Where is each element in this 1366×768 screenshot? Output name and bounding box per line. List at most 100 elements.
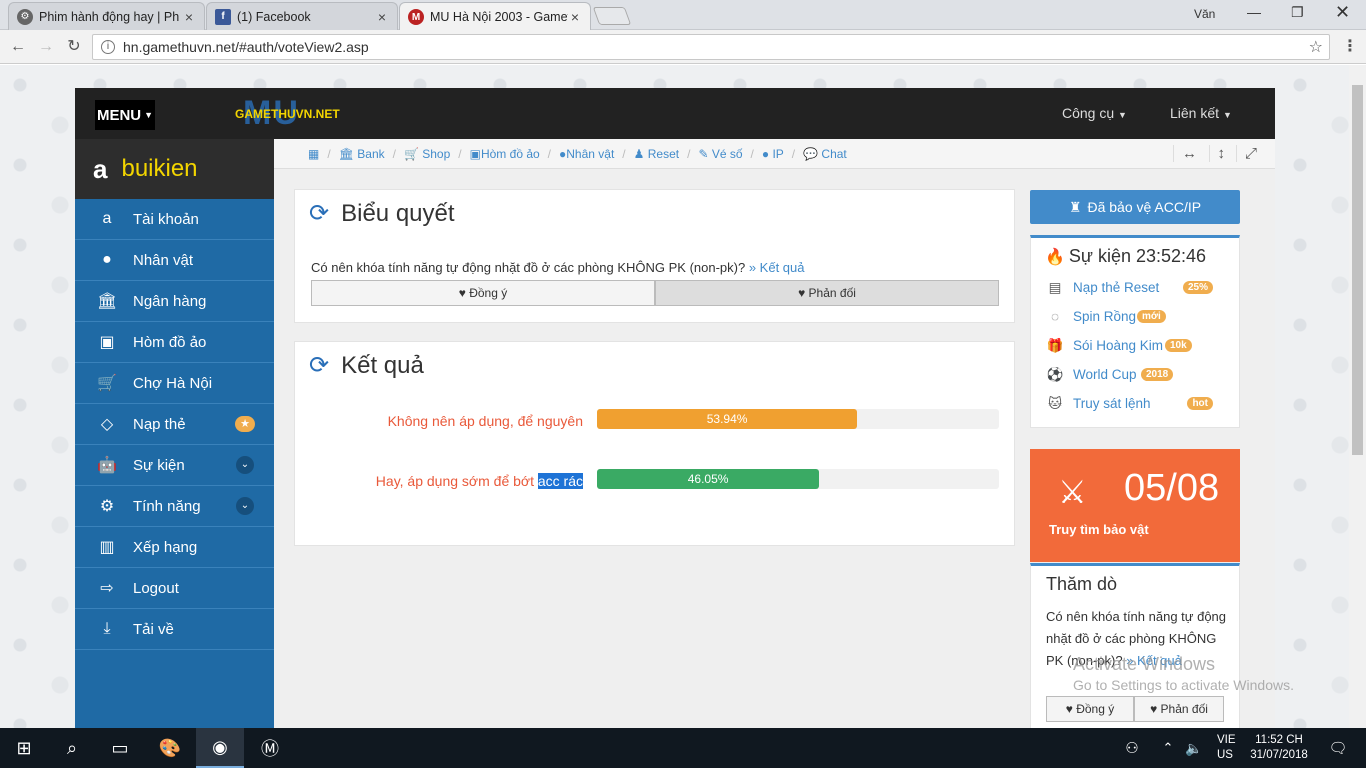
username[interactable]: buikien	[121, 155, 197, 183]
disagree-button[interactable]: ♥ Phản đối	[655, 280, 999, 306]
expand-vertical-icon[interactable]: ↕	[1208, 145, 1225, 162]
profile-name[interactable]: Văn	[1194, 7, 1215, 21]
back-icon[interactable]: ←	[8, 37, 28, 57]
reload-icon[interactable]: ↻	[64, 37, 84, 57]
paint-app-icon[interactable]: 🎨	[146, 728, 194, 768]
event-label: Truy sát lệnh	[1073, 396, 1151, 411]
shortcut-label: Reset	[647, 146, 680, 161]
results-title: ⟳ Kết quả	[309, 351, 424, 380]
close-icon[interactable]: ×	[182, 9, 196, 25]
fullscreen-icon[interactable]: ⤢	[1235, 145, 1257, 162]
heart-icon: ♥	[458, 286, 466, 300]
refresh-icon[interactable]: ⟳	[309, 199, 329, 228]
vote-result-link[interactable]: » Kết quả	[749, 260, 805, 275]
result-percent-2: 46.05%	[687, 472, 729, 486]
sidebar-item-inventory[interactable]: ▣ Hòm đồ ảo	[75, 322, 274, 363]
protect-account-button[interactable]: ♜ Đã bảo vệ ACC/IP	[1030, 190, 1240, 224]
menu-button[interactable]: MENU ▼	[95, 100, 155, 130]
sidebar-item-logout[interactable]: ⇨ Logout	[75, 568, 274, 609]
shortcut-chat[interactable]: 💬 Chat	[803, 147, 847, 161]
site-logo[interactable]: MU GAMETHUVN.NET	[235, 94, 355, 132]
close-window-icon[interactable]: ✕	[1335, 2, 1350, 23]
poll-result-link[interactable]: » Kết quả	[1126, 653, 1182, 668]
windows-start-icon[interactable]: ⊞	[0, 728, 48, 768]
event-item[interactable]: ▤ Nạp thẻ Reset 25%	[1031, 273, 1239, 302]
calendar-icon[interactable]: ▦	[308, 147, 319, 161]
browser-tab-2[interactable]: f (1) Facebook ×	[206, 2, 398, 30]
logo-text: GAMETHUVN.NET	[235, 107, 340, 121]
info-icon[interactable]: i	[101, 40, 115, 54]
vote-question: Có nên khóa tính năng tự động nhặt đồ ở …	[311, 260, 805, 275]
scrollbar-thumb[interactable]	[1352, 85, 1363, 455]
shortcut-shop[interactable]: 🛒 Shop	[404, 147, 450, 161]
chevron-down-icon: ⌄	[236, 497, 254, 515]
shortcut-character[interactable]: ●Nhân vật	[559, 147, 614, 161]
clock-time: 11:52 CH	[1255, 734, 1303, 746]
spinner-icon: ◌	[1050, 309, 1060, 324]
event-label: Sói Hoàng Kim	[1073, 338, 1164, 353]
address-bar[interactable]: i hn.gamethuvn.net/#auth/voteView2.asp ☆	[92, 34, 1330, 60]
sidebar-item-label: Tài khoản	[133, 210, 199, 228]
treasure-hunt-card[interactable]: ⚔ 05/08 Truy tìm bảo vật	[1030, 449, 1240, 562]
browser-tab-1[interactable]: ⚙ Phim hành động hay | Ph ×	[8, 2, 205, 30]
refresh-icon[interactable]: ⟳	[309, 351, 329, 380]
sidebar-item-ranking[interactable]: ▥ Xếp hạng	[75, 527, 274, 568]
language-indicator[interactable]: VIE US	[1217, 733, 1236, 763]
event-item[interactable]: ◌ Spin Rồng mới	[1031, 302, 1239, 331]
restore-icon[interactable]: ❐	[1291, 4, 1304, 21]
result-percent-1: 53.94%	[706, 412, 748, 426]
sidebar-item-download[interactable]: ⤓ Tải về	[75, 609, 274, 650]
shortcut-ip[interactable]: ● IP	[762, 147, 784, 161]
clock[interactable]: 11:52 CH 31/07/2018	[1248, 733, 1310, 763]
menu-dots-icon[interactable]: ⋮	[1340, 37, 1360, 57]
sidebar-item-market[interactable]: 🛒 Chợ Hà Nội	[75, 363, 274, 404]
close-icon[interactable]: ×	[568, 9, 582, 25]
page-scrollbar[interactable]	[1349, 65, 1366, 728]
shortcut-bank[interactable]: 🏛 Bank	[339, 147, 385, 161]
sidebar-item-bank[interactable]: 🏛 Ngân hàng	[75, 281, 274, 322]
browser-tab-3[interactable]: M MU Hà Nội 2003 - Gamet ×	[399, 2, 591, 31]
url-text: hn.gamethuvn.net/#auth/voteView2.asp	[123, 39, 369, 55]
shortcut-label: Vé số	[711, 146, 743, 161]
task-view-icon[interactable]: ▭	[96, 728, 144, 768]
expand-horizontal-icon[interactable]: ↔	[1173, 145, 1197, 162]
bookmark-star-icon[interactable]: ☆	[1309, 37, 1323, 57]
sidebar-item-account[interactable]: a Tài khoản	[75, 199, 274, 240]
event-item[interactable]: 🐱 Truy sát lệnh hot	[1031, 389, 1239, 418]
sidebar-item-events[interactable]: 🤖 Sự kiện ⌄	[75, 445, 274, 486]
event-item[interactable]: ⚽ World Cup 2018	[1031, 360, 1239, 389]
notification-icon[interactable]: 🗨	[1318, 728, 1358, 768]
event-item[interactable]: 🎁 Sói Hoàng Kim 10k	[1031, 331, 1239, 360]
warrior-icon: ⚔	[1058, 474, 1087, 510]
vote-panel: ⟳ Biểu quyết Có nên khóa tính năng tự độ…	[294, 189, 1015, 323]
tools-dropdown[interactable]: Công cụ ▼	[1062, 105, 1127, 121]
search-icon[interactable]: ⌕	[48, 728, 96, 768]
shortcut-reset[interactable]: ♟ Reset	[634, 147, 679, 161]
links-dropdown[interactable]: Liên kết ▼	[1170, 105, 1232, 121]
chevron-down-icon: ⌄	[236, 456, 254, 474]
user-box: a buikien	[75, 139, 274, 199]
mu-game-app-icon[interactable]: Ⓜ	[246, 728, 294, 768]
sidebar-item-character[interactable]: ● Nhân vật	[75, 240, 274, 281]
sidebar-item-features[interactable]: ⚙ Tính năng ⌄	[75, 486, 274, 527]
browser-toolbar: ← → ↻ i hn.gamethuvn.net/#auth/voteView2…	[0, 30, 1366, 64]
sidebar-item-topup[interactable]: ◇ Nạp thẻ ★	[75, 404, 274, 445]
forward-icon[interactable]: →	[36, 37, 56, 57]
facebook-icon: f	[215, 8, 231, 25]
close-icon[interactable]: ×	[375, 9, 389, 25]
poll-disagree-button[interactable]: ♥ Phản đối	[1134, 696, 1224, 722]
volume-icon[interactable]: 🔈	[1180, 728, 1208, 768]
agree-button[interactable]: ♥ Đồng ý	[311, 280, 655, 306]
new-tab-button[interactable]	[592, 7, 632, 25]
people-icon[interactable]: ⚇	[1112, 728, 1152, 768]
sidebar-item-label: Chợ Hà Nội	[133, 374, 213, 392]
chrome-app-icon[interactable]: ◉	[196, 728, 244, 768]
vote-question-text: Có nên khóa tính năng tự động nhặt đồ ở …	[311, 260, 746, 275]
poll-agree-button[interactable]: ♥ Đồng ý	[1046, 696, 1134, 722]
briefcase-icon: ▣	[99, 334, 115, 351]
shortcut-lottery[interactable]: ✎ Vé số	[698, 147, 742, 161]
minimize-icon[interactable]: —	[1247, 4, 1261, 20]
github-icon: 🐱	[1047, 395, 1063, 411]
tab-title: MU Hà Nội 2003 - Gamet	[430, 10, 568, 24]
shortcut-inventory[interactable]: ▣Hòm đồ ảo	[470, 147, 540, 161]
